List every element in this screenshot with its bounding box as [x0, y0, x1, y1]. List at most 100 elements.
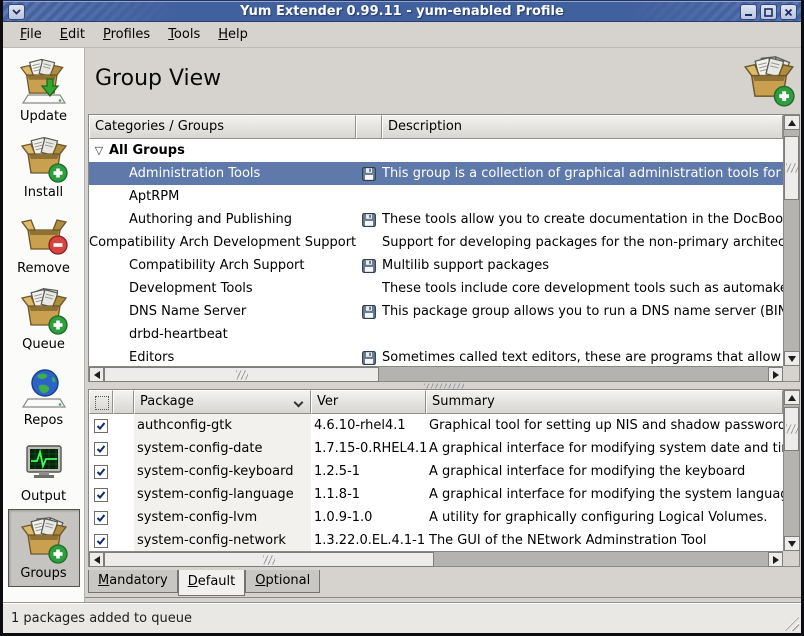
group-row[interactable]: DNS Name Server This package group allow…	[89, 300, 783, 323]
menu-file[interactable]: File	[11, 24, 51, 45]
column-header-blank[interactable]	[113, 390, 134, 414]
scroll-right-button[interactable]	[768, 367, 783, 382]
sidebar-item-label: Update	[20, 109, 67, 124]
group-row[interactable]: Authoring and Publishing These tools all…	[89, 208, 783, 231]
package-horizontal-scrollbar[interactable]	[89, 551, 783, 566]
sort-descending-icon	[294, 398, 304, 408]
update-box-icon	[20, 59, 68, 107]
arrow-left-icon	[94, 371, 100, 379]
scroll-left-button[interactable]	[89, 552, 104, 567]
group-row[interactable]: Editors Sometimes called text editors, t…	[89, 346, 783, 366]
menu-help[interactable]: Help	[209, 24, 257, 45]
check-icon	[96, 421, 106, 431]
scroll-right-button[interactable]	[768, 552, 783, 567]
package-row[interactable]: system-config-network 1.3.22.0.EL.4.1-1 …	[89, 529, 783, 551]
remove-box-icon	[20, 211, 68, 259]
scroll-thumb[interactable]	[784, 407, 799, 451]
scroll-thumb[interactable]	[104, 552, 434, 567]
sidebar-item-label: Queue	[22, 337, 65, 352]
tab-optional[interactable]: Optional	[245, 570, 320, 593]
package-row[interactable]: system-config-lvm 1.0.9-1.0 A utility fo…	[89, 506, 783, 529]
minimize-button[interactable]	[740, 4, 757, 20]
tree-body: ▽All Groups Administration Tools This gr…	[89, 139, 783, 366]
sidebar-item-label: Repos	[24, 413, 63, 428]
titlebar[interactable]: Yum Extender 0.99.11 - yum-enabled Profi…	[3, 0, 801, 22]
group-row[interactable]: drbd-heartbeat	[89, 323, 783, 346]
checkbox-checked[interactable]	[94, 465, 108, 479]
package-body: authconfig-gtk 4.6.10-rhel4.1 Graphical …	[89, 414, 783, 551]
package-row[interactable]: authconfig-gtk 4.6.10-rhel4.1 Graphical …	[89, 414, 783, 437]
column-header-package[interactable]: Package	[134, 390, 311, 414]
close-icon	[784, 8, 793, 17]
check-icon	[96, 513, 106, 523]
check-icon	[96, 444, 106, 454]
checkbox-checked[interactable]	[94, 488, 108, 502]
checkbox-checked[interactable]	[94, 419, 108, 433]
tab-mandatory[interactable]: Mandatory	[88, 570, 178, 593]
maximize-icon	[764, 8, 773, 17]
group-row[interactable]: Development Tools These tools include co…	[89, 277, 783, 300]
package-row[interactable]: system-config-language 1.1.8-1 A graphic…	[89, 483, 783, 506]
sidebar-item-update[interactable]: Update	[8, 53, 80, 129]
window-menu-button[interactable]	[8, 4, 25, 20]
scroll-left-button[interactable]	[89, 367, 104, 382]
group-row-selected[interactable]: Administration Tools This group is a col…	[89, 162, 783, 185]
package-vertical-scrollbar[interactable]	[783, 390, 799, 551]
menu-tools[interactable]: Tools	[159, 24, 209, 45]
tab-default[interactable]: Default	[178, 570, 246, 596]
scrollbar-corner	[783, 551, 799, 566]
package-row[interactable]: system-config-keyboard 1.2.5-1 A graphic…	[89, 460, 783, 483]
arrow-down-icon	[788, 356, 796, 362]
menu-edit[interactable]: Edit	[51, 24, 94, 45]
column-header-description[interactable]: Description	[382, 115, 783, 139]
package-row[interactable]: system-config-date 1.7.15-0.RHEL4.1 A gr…	[89, 437, 783, 460]
arrow-right-icon	[773, 556, 779, 564]
sidebar-item-install[interactable]: Install	[8, 129, 80, 205]
floppy-icon	[362, 213, 376, 227]
column-header-ver[interactable]: Ver	[311, 390, 426, 414]
floppy-icon	[362, 305, 376, 319]
maximize-button[interactable]	[760, 4, 777, 20]
sidebar-item-remove[interactable]: Remove	[8, 205, 80, 281]
group-tree-panel: Categories / Groups Description ▽All Gro…	[88, 114, 800, 382]
group-row[interactable]: Compatibility Arch Support Multilib supp…	[89, 254, 783, 277]
checkbox-checked[interactable]	[94, 511, 108, 525]
checkbox-checked[interactable]	[94, 442, 108, 456]
scroll-thumb[interactable]	[784, 136, 799, 200]
column-header-checkbox[interactable]	[89, 390, 113, 414]
group-row[interactable]: AptRPM	[89, 185, 783, 208]
sidebar-item-groups[interactable]: Groups	[8, 509, 80, 587]
chevron-down-icon	[12, 9, 21, 15]
tree-header: Categories / Groups Description	[89, 115, 783, 139]
check-icon	[96, 536, 106, 546]
scroll-down-button[interactable]	[784, 351, 800, 366]
tree-horizontal-scrollbar[interactable]	[89, 366, 783, 381]
close-button[interactable]	[780, 4, 797, 20]
scroll-down-button[interactable]	[784, 536, 800, 551]
column-header-categories[interactable]: Categories / Groups	[89, 115, 356, 139]
column-header-summary[interactable]: Summary	[426, 390, 783, 414]
resize-grip-icon[interactable]	[784, 616, 799, 631]
scroll-thumb[interactable]	[104, 367, 379, 382]
notebook-edge	[85, 597, 801, 598]
sidebar-item-repos[interactable]: Repos	[8, 357, 80, 433]
package-header: Package Ver Summary	[89, 390, 783, 414]
pane-splitter-handle[interactable]	[88, 382, 800, 389]
group-row[interactable]: Compatibility Arch Development Support S…	[89, 231, 783, 254]
expander-open-icon[interactable]: ▽	[89, 139, 109, 162]
focus-rect	[95, 396, 109, 410]
group-row[interactable]: ▽All Groups	[89, 139, 783, 162]
menu-profiles[interactable]: Profiles	[94, 24, 159, 45]
checkbox-checked[interactable]	[94, 534, 108, 548]
sidebar-item-queue[interactable]: Queue	[8, 281, 80, 357]
content-area: Group View Categories / Groups Descripti…	[85, 48, 801, 602]
sidebar-item-output[interactable]: Output	[8, 433, 80, 509]
statusbar: 1 packages added to queue	[3, 602, 801, 633]
sidebar-item-label: Remove	[17, 261, 70, 276]
column-header-icon[interactable]	[356, 115, 382, 139]
tree-vertical-scrollbar[interactable]	[783, 115, 799, 366]
scroll-up-button[interactable]	[784, 115, 800, 130]
scroll-up-button[interactable]	[784, 390, 800, 405]
page-title: Group View	[95, 66, 221, 91]
sidebar-item-label: Install	[24, 185, 63, 200]
